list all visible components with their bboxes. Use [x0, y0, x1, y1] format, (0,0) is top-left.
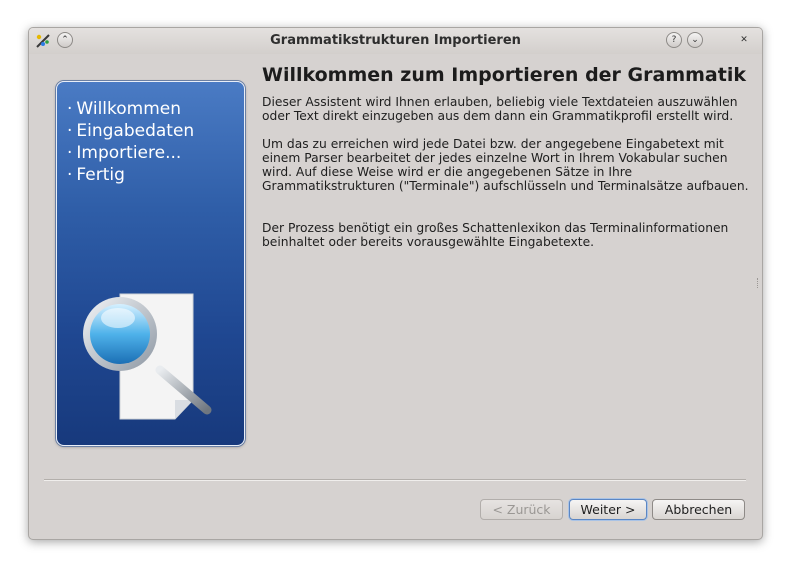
chevron-down-icon: ⌄ [691, 35, 699, 45]
wizard-window: ⌃ Grammatikstrukturen Importieren ? ⌄ ✕ … [28, 27, 763, 540]
step-fertig: · Fertig [67, 165, 125, 185]
cancel-button[interactable]: Abbrechen [652, 499, 745, 520]
help-button[interactable]: ? [666, 32, 682, 48]
process-paragraph: Um das zu erreichen wird jede Datei bzw.… [262, 137, 749, 193]
wizard-steps-panel: · Willkommen · Eingabedaten · Importiere...… [56, 81, 245, 446]
resize-grip[interactable] [757, 278, 760, 288]
magnifier-document-icon [83, 293, 212, 420]
step-eingabedaten: · Eingabedaten [67, 121, 195, 141]
steps-list: · Willkommen · Eingabedaten · Importiere...… [67, 98, 194, 186]
title-bar[interactable]: ⌃ Grammatikstrukturen Importieren ? ⌄ ✕ [29, 28, 762, 54]
back-button[interactable]: < Zurück [480, 499, 563, 520]
close-icon: ✕ [740, 35, 748, 45]
close-button[interactable]: ✕ [736, 32, 752, 48]
minimize-button[interactable]: ⌄ [687, 32, 703, 48]
divider [44, 479, 746, 481]
intro-paragraph: Dieser Assistent wird Ihnen erlauben, be… [262, 95, 738, 123]
page-title: Willkommen zum Importieren der Grammatik [262, 64, 746, 86]
window-title: Grammatikstrukturen Importieren [270, 33, 521, 48]
next-button[interactable]: Weiter > [569, 499, 647, 520]
requirements-paragraph: Der Prozess benötigt ein großes Schatten… [262, 221, 729, 249]
step-willkommen: · Willkommen [67, 99, 182, 119]
question-icon: ? [671, 35, 677, 45]
step-importiere: · Importiere... [67, 143, 182, 163]
